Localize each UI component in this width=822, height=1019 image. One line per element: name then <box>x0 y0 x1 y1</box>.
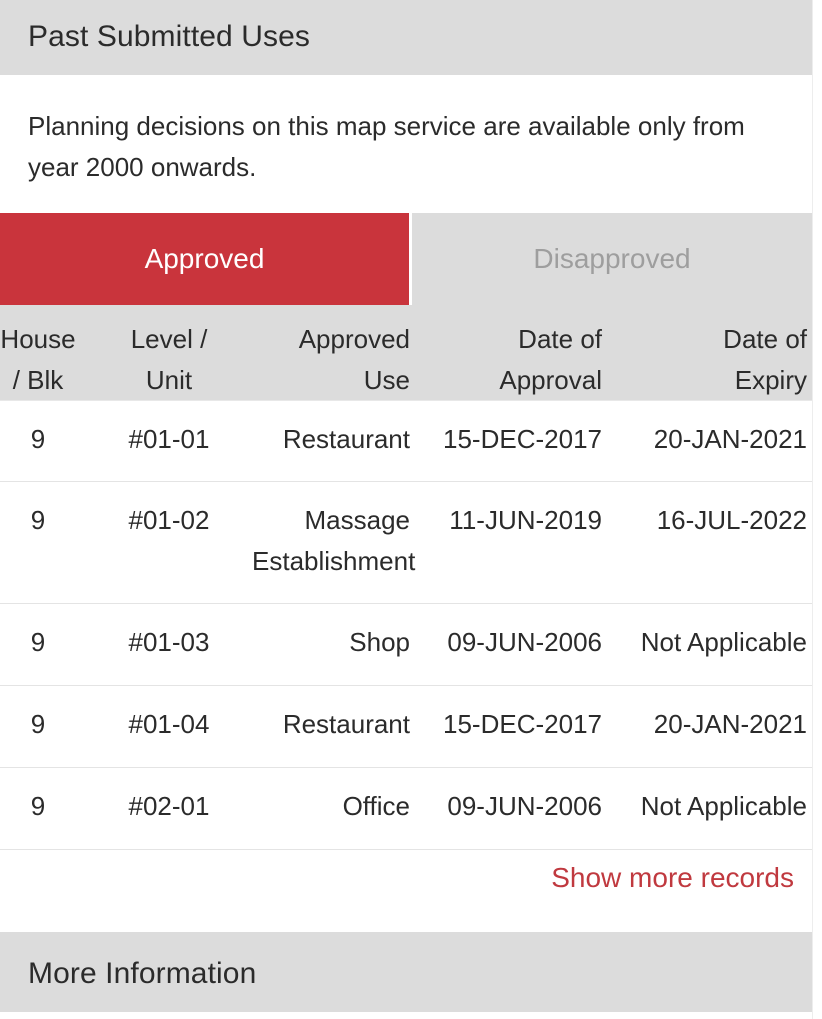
cell-date-of-approval: 15-DEC-2017 <box>443 424 602 454</box>
cell-level-unit: #01-01 <box>128 424 210 454</box>
column-header-approved-use: Approved Use <box>252 319 410 401</box>
table-header-row: House / Blk Level / Unit Approved Use Da… <box>0 305 812 400</box>
column-header-house-blk-line1: House <box>0 324 76 354</box>
cell-date-of-expiry: 20-JAN-2021 <box>653 424 807 454</box>
column-header-approved-use-line2: Use <box>363 365 410 395</box>
column-header-house-blk: House / Blk <box>0 319 76 401</box>
section-header-past-submitted-uses[interactable]: Past Submitted Uses <box>0 0 812 75</box>
column-header-house-blk-line2: / Blk <box>12 365 64 395</box>
cell-approved-use: Office <box>342 791 410 821</box>
cell-house-blk: 9 <box>30 709 46 739</box>
cell-approved-use: Massage Establishment <box>252 505 416 576</box>
cell-date-of-expiry: 20-JAN-2021 <box>653 709 807 739</box>
cell-approved-use: Shop <box>349 627 410 657</box>
cell-approved-use: Restaurant <box>282 424 410 454</box>
column-header-date-of-approval-line1: Date of <box>518 324 602 354</box>
table-row[interactable]: 9 #01-01 Restaurant 15-DEC-2017 20-JAN-2… <box>0 400 812 481</box>
column-header-approved-use-line1: Approved <box>298 324 410 354</box>
column-header-date-of-approval: Date of Approval <box>414 319 602 401</box>
section-title-more-information: More Information <box>28 957 257 990</box>
table-row[interactable]: 9 #01-02 Massage Establishment 11-JUN-20… <box>0 481 812 603</box>
column-header-date-of-approval-line2: Approval <box>499 365 602 395</box>
panel-right-edge <box>812 0 822 1019</box>
table-row[interactable]: 9 #02-01 Office 09-JUN-2006 Not Applicab… <box>0 767 812 849</box>
cell-date-of-approval: 11-JUN-2019 <box>449 505 602 535</box>
cell-level-unit: #01-04 <box>128 709 210 739</box>
column-header-level-unit-line1: Level / <box>130 324 208 354</box>
cell-date-of-approval: 09-JUN-2006 <box>447 791 602 821</box>
column-header-level-unit-line2: Unit <box>145 365 193 395</box>
table-bottom-spacer <box>0 912 812 932</box>
table-row[interactable]: 9 #01-04 Restaurant 15-DEC-2017 20-JAN-2… <box>0 685 812 767</box>
cell-house-blk: 9 <box>30 424 46 454</box>
cell-level-unit: #01-02 <box>128 505 210 535</box>
show-more-records-link[interactable]: Show more records <box>551 862 794 894</box>
cell-approved-use: Restaurant <box>282 709 410 739</box>
cell-level-unit: #02-01 <box>128 791 210 821</box>
column-header-level-unit: Level / Unit <box>86 319 252 401</box>
tab-approved[interactable]: Approved <box>0 213 409 305</box>
approved-uses-table: House / Blk Level / Unit Approved Use Da… <box>0 305 812 922</box>
section-title-past-submitted-uses: Past Submitted Uses <box>28 20 311 53</box>
intro-paragraph: Planning decisions on this map service a… <box>28 111 745 182</box>
decision-tabs: Approved Disapproved <box>0 213 812 305</box>
past-submitted-uses-panel: Past Submitted Uses Planning decisions o… <box>0 0 822 1019</box>
column-header-date-of-expiry: Date of Expiry <box>610 319 807 401</box>
cell-house-blk: 9 <box>30 627 46 657</box>
cell-date-of-approval: 15-DEC-2017 <box>443 709 602 739</box>
table-row[interactable]: 9 #01-03 Shop 09-JUN-2006 Not Applicable <box>0 603 812 685</box>
column-header-date-of-expiry-line1: Date of <box>723 324 807 354</box>
cell-date-of-approval: 09-JUN-2006 <box>447 627 602 657</box>
section-header-more-information[interactable]: More Information <box>0 932 812 1012</box>
cell-date-of-expiry: Not Applicable <box>640 791 807 821</box>
content-column: Past Submitted Uses Planning decisions o… <box>0 0 812 1019</box>
cell-house-blk: 9 <box>30 505 46 535</box>
column-header-date-of-expiry-line2: Expiry <box>734 365 807 395</box>
cell-date-of-expiry: Not Applicable <box>640 627 807 657</box>
cell-house-blk: 9 <box>30 791 46 821</box>
cell-date-of-expiry: 16-JUL-2022 <box>656 505 807 535</box>
cell-level-unit: #01-03 <box>128 627 210 657</box>
tab-disapproved[interactable]: Disapproved <box>412 213 812 305</box>
